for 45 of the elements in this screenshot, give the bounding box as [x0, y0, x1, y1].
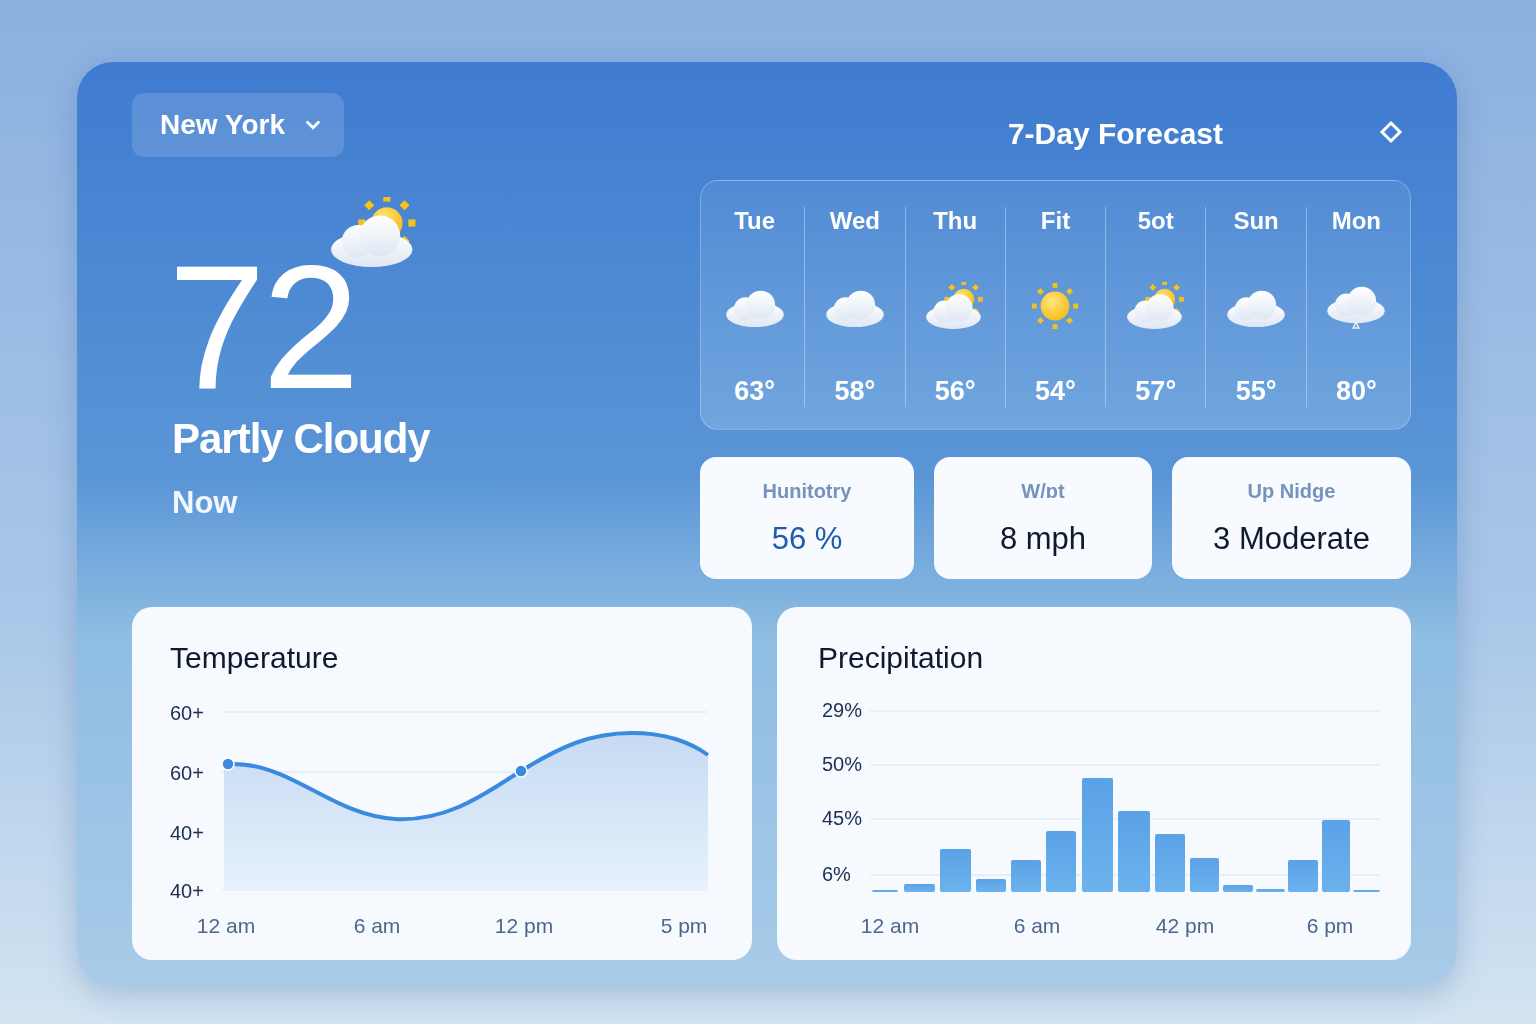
stat-value: 3 Moderate — [1213, 520, 1370, 557]
stat-label: W/ɒt — [1021, 479, 1065, 503]
axis-label: 60+ — [170, 702, 204, 724]
axis-label: 6 am — [353, 914, 401, 937]
axis-label: 12 pm — [494, 914, 554, 937]
day-temperature: 63° — [734, 376, 776, 407]
stat-value: 8 mph — [999, 520, 1087, 557]
axis-label: 40+ — [170, 880, 204, 902]
day-temperature: 58° — [834, 376, 876, 407]
location-dropdown[interactable]: New York — [132, 93, 344, 157]
axis-label: 12 am — [860, 914, 920, 937]
chevron-down-icon — [305, 119, 321, 131]
stat-label: Up Nidge — [1247, 479, 1336, 503]
axis-label: 6% — [822, 863, 851, 885]
day-name: Thu — [933, 207, 978, 235]
day-temperature: 56° — [934, 376, 976, 407]
axis-label: 29% — [822, 699, 863, 721]
time-label: Now — [172, 485, 239, 521]
axis-label: 40+ — [170, 822, 204, 844]
forecast-title: 7-Day Forecast — [1007, 116, 1223, 151]
panel-title: Precipitation — [818, 641, 985, 676]
day-name: Fit — [1040, 207, 1071, 235]
day-name: Mon — [1331, 207, 1381, 235]
axis-label: 5 pm — [660, 914, 708, 937]
axis-label: 6 pm — [1306, 914, 1354, 937]
day-name: Sun — [1233, 207, 1279, 235]
day-temperature: 55° — [1235, 376, 1277, 407]
axis-label: 50% — [822, 753, 863, 775]
stat-label: Hunitotry — [762, 479, 852, 503]
panel-title: Temperature — [170, 641, 340, 676]
stat-value: 56 % — [771, 520, 843, 557]
axis-label: 6 am — [1013, 914, 1061, 937]
day-name: Tue — [734, 207, 776, 235]
current-temperature: 72 — [168, 239, 356, 415]
day-name: Wed — [829, 207, 881, 235]
axis-label: 60+ — [170, 762, 204, 784]
day-temperature: 80° — [1335, 376, 1377, 407]
axis-label: 42 pm — [1155, 914, 1215, 937]
day-temperature: 54° — [1035, 376, 1076, 407]
axis-label: 12 am — [196, 914, 256, 937]
axis-label: 45% — [822, 807, 863, 829]
weather-condition: Partly Cloudy — [172, 415, 432, 463]
day-name: 5ot — [1137, 207, 1174, 235]
diamond-icon[interactable] — [1379, 119, 1403, 144]
day-temperature: 57° — [1135, 376, 1177, 407]
